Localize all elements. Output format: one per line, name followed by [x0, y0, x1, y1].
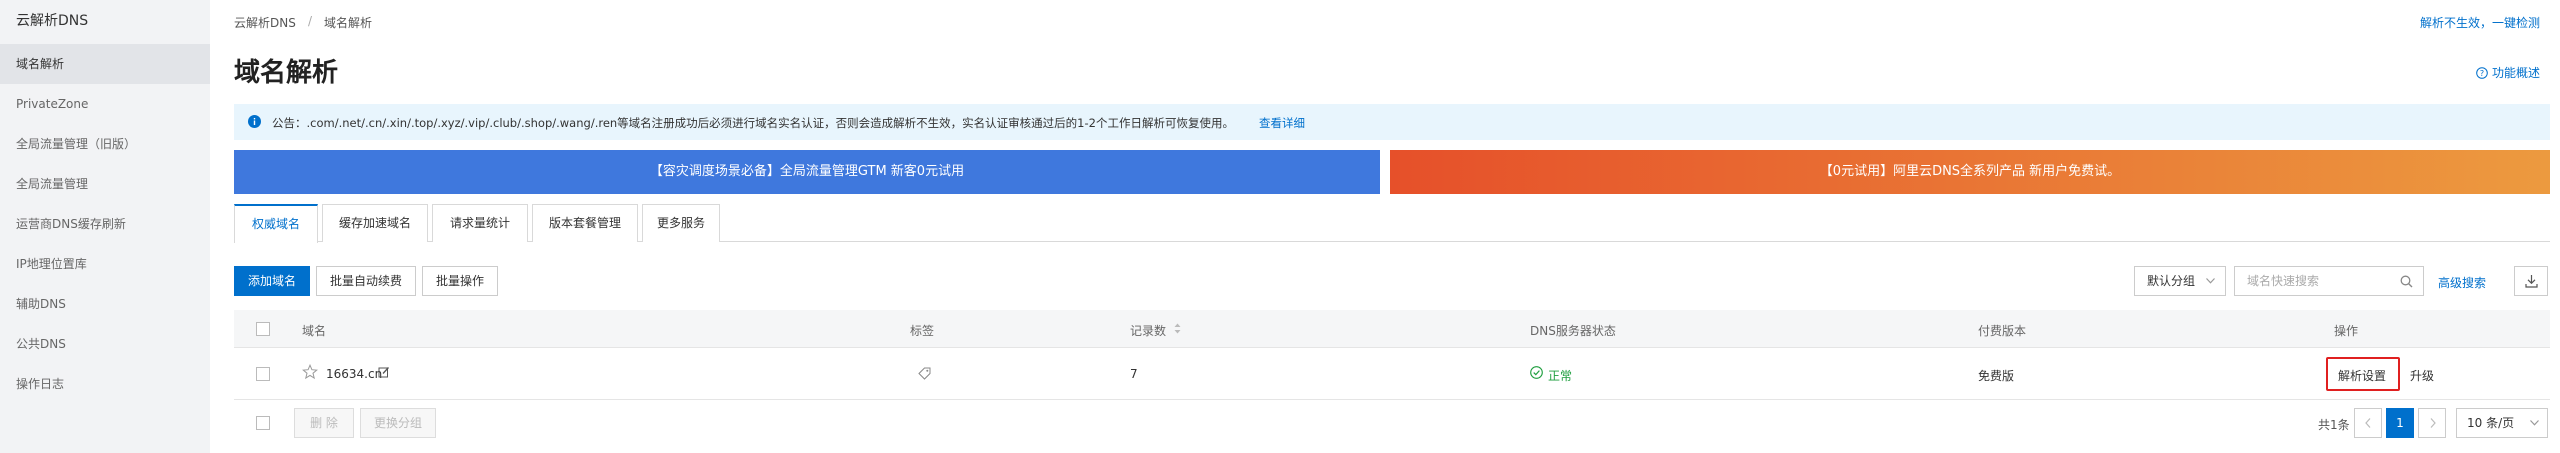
sidebar-item-domain-resolution[interactable]: 域名解析	[0, 44, 210, 84]
add-domain-button[interactable]: 添加域名	[234, 266, 310, 296]
batch-operations-button[interactable]: 批量操作	[422, 266, 498, 296]
gtm-promo-banner[interactable]: 【容灾调度场景必备】全局流量管理GTM 新客0元试用	[234, 150, 1380, 194]
page-title: 域名解析	[234, 58, 339, 88]
resolution-settings-link[interactable]: 解析设置	[2338, 367, 2386, 384]
breadcrumb-current: 域名解析	[324, 16, 373, 30]
help-circle-icon: ?	[2476, 66, 2488, 79]
feature-overview-link[interactable]: ? 功能概述	[2476, 64, 2540, 81]
delete-button[interactable]: 删 除	[294, 408, 354, 438]
sidebar-item-privatezone[interactable]: PrivateZone	[0, 84, 210, 124]
sidebar: 云解析DNS 域名解析 PrivateZone 全局流量管理（旧版） 全局流量管…	[0, 0, 210, 453]
domain-search-input[interactable]: 域名快速搜索	[2234, 266, 2424, 296]
column-header-domain: 域名	[302, 324, 327, 338]
star-icon[interactable]	[302, 364, 318, 380]
svg-text:?: ?	[2480, 69, 2484, 78]
column-header-records[interactable]: 记录数	[1130, 322, 1166, 339]
plan-value: 免费版	[1978, 369, 2015, 383]
chevron-down-icon	[2206, 278, 2215, 284]
dns-trial-promo-banner[interactable]: 【0元试用】阿里云DNS全系列产品 新用户免费试。	[1390, 150, 2550, 194]
page-number-button[interactable]: 1	[2386, 408, 2414, 438]
change-group-button[interactable]: 更换分组	[360, 408, 436, 438]
sidebar-item-operation-log[interactable]: 操作日志	[0, 364, 210, 404]
notice-bar: 公告：.com/.net/.cn/.xin/.top/.xyz/.vip/.cl…	[234, 104, 2550, 140]
sidebar-item-secondary-dns[interactable]: 辅助DNS	[0, 284, 210, 324]
dns-status-value: 正常	[1548, 369, 1573, 383]
group-select[interactable]: 默认分组	[2134, 266, 2226, 296]
sort-icon[interactable]	[1174, 323, 1181, 334]
advanced-search-link[interactable]: 高级搜索	[2438, 274, 2486, 291]
feature-overview-label: 功能概述	[2491, 66, 2540, 80]
batch-auto-renew-button[interactable]: 批量自动续费	[316, 266, 416, 296]
download-icon	[2525, 274, 2538, 288]
table-row: 16634.cn 7 正常 免费版 解析设置 升级	[234, 348, 2550, 400]
notice-text: 公告：.com/.net/.cn/.xin/.top/.xyz/.vip/.cl…	[272, 116, 1234, 130]
tab-cache-acceleration[interactable]: 缓存加速域名	[322, 204, 428, 242]
breadcrumb-separator: /	[308, 14, 313, 28]
record-count: 7	[1130, 367, 1138, 381]
column-header-actions: 操作	[2334, 324, 2359, 338]
tag-icon[interactable]	[918, 367, 931, 380]
page-size-select[interactable]: 10 条/页	[2456, 408, 2548, 438]
info-icon	[248, 115, 261, 128]
sidebar-item-isp-cache-refresh[interactable]: 运营商DNS缓存刷新	[0, 204, 210, 244]
column-header-plan: 付费版本	[1978, 324, 2027, 338]
select-all-checkbox[interactable]	[256, 322, 270, 336]
tab-authoritative-domains[interactable]: 权威域名	[234, 204, 318, 243]
check-circle-icon	[1530, 366, 1543, 379]
column-header-tags: 标签	[910, 324, 935, 338]
group-select-value: 默认分组	[2147, 274, 2196, 288]
search-icon[interactable]	[2400, 275, 2413, 288]
chevron-right-icon	[2430, 418, 2436, 428]
main-content: 云解析DNS / 域名解析 解析不生效，一键检测 域名解析 ? 功能概述 公告：…	[210, 0, 2560, 453]
row-checkbox[interactable]	[256, 367, 270, 381]
column-header-dns-status: DNS服务器状态	[1530, 324, 1616, 338]
one-click-check-link[interactable]: 解析不生效，一键检测	[2420, 14, 2540, 31]
tab-request-stats[interactable]: 请求量统计	[432, 204, 528, 242]
total-count: 共1条	[2318, 418, 2350, 432]
chevron-left-icon	[2365, 418, 2371, 428]
sidebar-item-gtm-legacy[interactable]: 全局流量管理（旧版）	[0, 124, 210, 164]
tab-more-services[interactable]: 更多服务	[642, 204, 720, 242]
prev-page-button[interactable]	[2354, 408, 2382, 438]
search-placeholder: 域名快速搜索	[2247, 274, 2320, 288]
next-page-button[interactable]	[2418, 408, 2446, 438]
tab-bar: 权威域名 缓存加速域名 请求量统计 版本套餐管理 更多服务	[234, 204, 2550, 243]
sidebar-item-public-dns[interactable]: 公共DNS	[0, 324, 210, 364]
notice-details-link[interactable]: 查看详细	[1259, 115, 1305, 131]
footer-select-all-checkbox[interactable]	[256, 416, 270, 430]
edit-icon[interactable]	[378, 366, 390, 378]
page-size-value: 10 条/页	[2467, 416, 2515, 430]
domain-link[interactable]: 16634.cn	[326, 367, 382, 381]
sidebar-item-ip-geo[interactable]: IP地理位置库	[0, 244, 210, 284]
upgrade-link[interactable]: 升级	[2410, 367, 2434, 384]
export-button[interactable]	[2514, 266, 2548, 296]
sidebar-item-gtm[interactable]: 全局流量管理	[0, 164, 210, 204]
breadcrumb-root[interactable]: 云解析DNS	[234, 14, 296, 31]
table-header: 域名 标签 记录数 DNS服务器状态 付费版本 操作	[234, 310, 2550, 348]
page-size-chevron-down-icon	[2530, 420, 2539, 426]
sidebar-title: 云解析DNS	[16, 13, 89, 29]
tab-plan-management[interactable]: 版本套餐管理	[532, 204, 638, 242]
